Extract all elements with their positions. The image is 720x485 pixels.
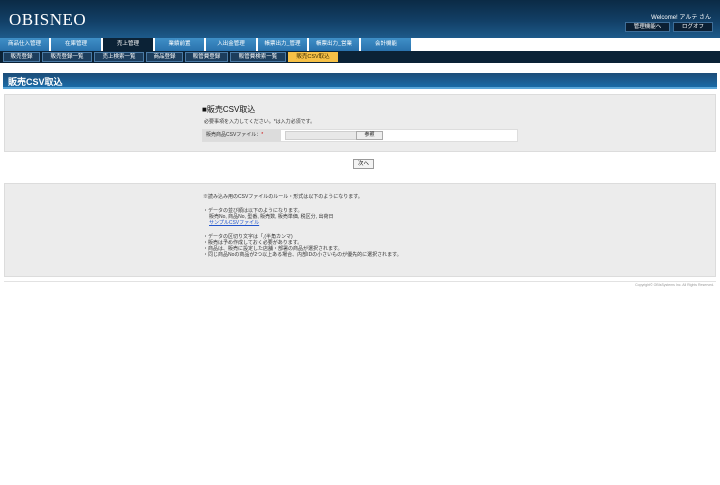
rules-intro: ※読み込み用のCSVファイルのルール・形式は以下のようになります。 [203, 194, 363, 200]
subtab-csv-import[interactable]: 販売CSV取込 [288, 52, 338, 62]
footer-divider [4, 281, 716, 282]
tab-inventory[interactable]: 在庫管理 [51, 38, 102, 51]
subtab-sales-list[interactable]: 販売登録一覧 [42, 52, 92, 62]
main-nav: 商品仕入管理 在庫管理 売上管理 業績前置 入出金管理 帳票出力_管理 帳票出力… [0, 38, 720, 51]
sample-csv-link[interactable]: サンプルCSVファイル [209, 219, 259, 226]
tab-sales[interactable]: 売上管理 [103, 38, 154, 51]
tab-reports-admin[interactable]: 帳票出力_管理 [258, 38, 308, 51]
tab-accounting[interactable]: 会計機能 [361, 38, 412, 51]
welcome-text: Welcome! アルテ さん [651, 15, 711, 21]
sub-nav: 販売登録 販売登録一覧 売上検索一覧 商品登録 販管費登録 販管費検索一覧 販売… [0, 51, 720, 63]
file-row: 販売商品CSVファイル：* 参照 [202, 129, 518, 142]
subtab-sales-entry[interactable]: 販売登録 [3, 52, 40, 62]
app-logo: OBISNEO [9, 10, 87, 29]
page-title: 販売CSV取込 [8, 77, 63, 87]
tab-performance[interactable]: 業績前置 [155, 38, 205, 51]
tab-reports-sales[interactable]: 帳票出力_営業 [309, 38, 360, 51]
app-header: OBISNEO Welcome! アルテ さん 管理機能へ ログオフ [0, 0, 720, 38]
rules-note-3: ・同じ商品Noの商品が2つ以上ある場合、内部IDの小さいものが優先的に選択されま… [203, 252, 402, 258]
form-panel [4, 94, 716, 152]
file-label: 販売商品CSVファイル：* [203, 130, 281, 141]
section-title: ■販売CSV取込 [202, 105, 256, 114]
browse-button[interactable]: 参照 [356, 131, 383, 140]
subtab-expense-search[interactable]: 販管費検索一覧 [230, 52, 286, 62]
admin-button[interactable]: 管理機能へ [625, 22, 670, 32]
copyright: Copyright© OBIsSystems Inc. All Rights R… [635, 283, 714, 287]
file-path-input[interactable] [285, 131, 358, 140]
subtab-expense-entry[interactable]: 販管費登録 [185, 52, 228, 62]
required-mark: * [261, 132, 264, 138]
tab-payments[interactable]: 入出金管理 [206, 38, 257, 51]
tab-purchase[interactable]: 商品仕入管理 [0, 38, 50, 51]
page-title-bar: 販売CSV取込 [3, 73, 717, 89]
required-note: 必要事項を入力してください。*は入力必須です。 [204, 119, 316, 125]
next-button[interactable]: 次へ [353, 159, 374, 169]
subtab-product-entry[interactable]: 商品登録 [146, 52, 183, 62]
subtab-sales-search[interactable]: 売上検索一覧 [94, 52, 144, 62]
logout-button[interactable]: ログオフ [673, 22, 713, 32]
